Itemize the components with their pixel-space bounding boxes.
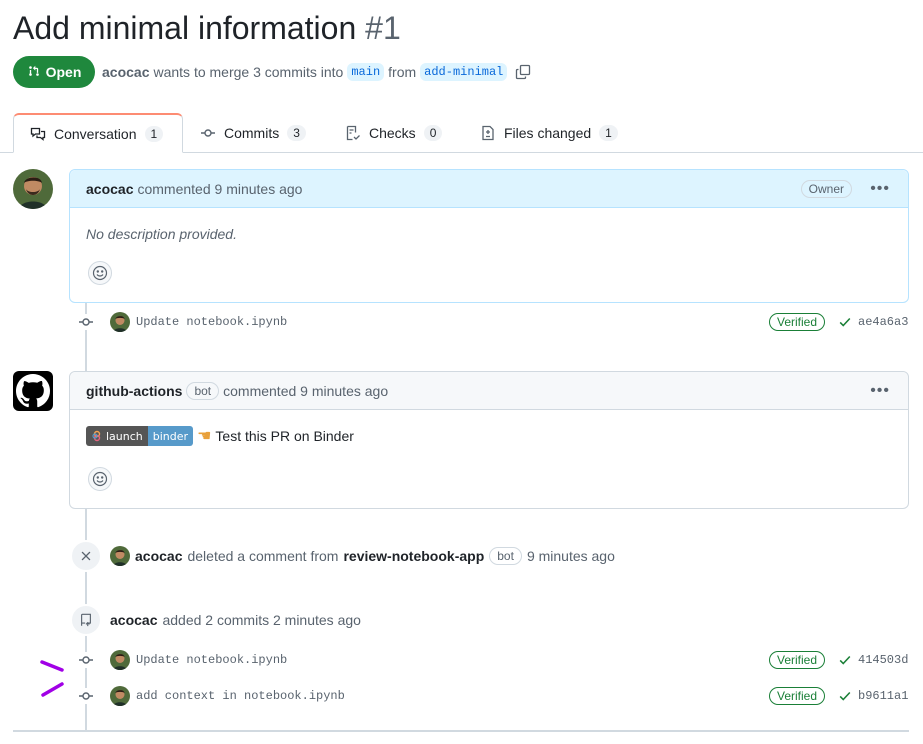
owner-label: Owner (800, 179, 852, 198)
check-icon (838, 315, 852, 332)
tab-label: Conversation (54, 125, 137, 142)
timeline-event-added-commits: acocac added 2 commits 2 minutes ago (110, 610, 361, 630)
event-text: deleted a comment from (187, 548, 339, 564)
tab-count: 0 (423, 125, 443, 141)
comment-header: acocac commented 9 minutes ago Owner (70, 170, 908, 208)
avatar[interactable] (110, 650, 130, 670)
verified-badge[interactable]: Verified (769, 651, 826, 669)
bot-label: bot (186, 381, 220, 400)
timeline-event-deleted: acocac deleted a comment from review-not… (110, 546, 615, 566)
pr-title: Add minimal information #1 (13, 8, 401, 48)
tab-conversation[interactable]: Conversation 1 (13, 113, 183, 153)
commit-sha[interactable]: ae4a6a3 (858, 315, 908, 329)
badge-left-label: launch (106, 429, 143, 443)
comment-author[interactable]: github-actions (86, 383, 182, 399)
github-logo-icon[interactable] (13, 371, 53, 411)
tab-label: Commits (224, 125, 280, 141)
timeline-divider (13, 730, 909, 732)
launch-binder-badge[interactable]: launch binder (86, 426, 194, 446)
git-commit-icon (200, 125, 216, 141)
event-badge (70, 604, 102, 636)
comment-action[interactable]: commented 9 minutes ago (137, 181, 302, 197)
comment-discussion-icon (30, 126, 46, 142)
comment-action[interactable]: commented 9 minutes ago (223, 383, 388, 399)
binder-logo-icon (91, 430, 103, 442)
commit-sha[interactable]: b9611a1 (858, 689, 908, 703)
commit-message[interactable]: add context in notebook.ipynb (136, 689, 345, 703)
annotation-marks (38, 658, 70, 703)
avatar[interactable] (110, 686, 130, 706)
tab-label: Checks (369, 125, 416, 141)
file-diff-icon (480, 125, 496, 141)
tab-label: Files changed (504, 125, 592, 141)
verified-badge[interactable]: Verified (769, 313, 826, 331)
git-commit-icon (78, 652, 94, 668)
tab-count: 1 (144, 125, 164, 142)
git-commit-icon (78, 688, 94, 704)
comment-body: launch binder ☚ Test this PR on Binder (70, 410, 908, 446)
kebab-horizontal-icon[interactable]: ••• (870, 382, 890, 400)
head-branch[interactable]: add-minimal (420, 63, 508, 81)
commit-message[interactable]: Update notebook.ipynb (136, 653, 287, 667)
kebab-horizontal-icon[interactable]: ••• (870, 180, 890, 198)
event-text: added 2 commits 2 minutes ago (162, 612, 361, 628)
base-branch[interactable]: main (347, 63, 385, 81)
pointing-left-hand-icon: ☚ (197, 426, 212, 445)
badge-right-label: binder (147, 426, 194, 446)
pull-request-icon (27, 64, 41, 81)
add-reaction-icon[interactable] (88, 261, 112, 285)
commit-sha[interactable]: 414503d (858, 653, 908, 667)
tab-checks[interactable]: Checks 0 (345, 113, 443, 153)
add-reaction-icon[interactable] (88, 467, 112, 491)
comment-card: github-actions bot commented 9 minutes a… (69, 371, 909, 509)
pr-meta: acocac wants to merge 3 commits into mai… (102, 62, 531, 82)
merge-text: wants to merge 3 commits into (153, 64, 344, 80)
comment-header: github-actions bot commented 9 minutes a… (70, 372, 908, 410)
pr-title-text: Add minimal information (13, 10, 357, 46)
author-link[interactable]: acocac (102, 64, 149, 80)
tab-files-changed[interactable]: Files changed 1 (480, 113, 618, 153)
copy-icon[interactable] (515, 64, 531, 80)
from-text: from (388, 64, 417, 80)
avatar[interactable] (110, 546, 130, 566)
verified-badge[interactable]: Verified (769, 687, 826, 705)
avatar[interactable] (110, 312, 130, 332)
event-time[interactable]: 9 minutes ago (527, 548, 615, 564)
avatar[interactable] (13, 169, 53, 209)
state-label: Open (45, 64, 82, 80)
event-badge (70, 540, 102, 572)
git-commit-icon (78, 314, 94, 330)
tab-commits[interactable]: Commits 3 (200, 113, 306, 153)
repo-push-icon (79, 613, 93, 627)
checklist-icon (345, 125, 361, 141)
comment-author[interactable]: acocac (86, 181, 133, 197)
comment-body: No description provided. (86, 226, 237, 242)
pr-number: #1 (365, 10, 401, 46)
comment-card: acocac commented 9 minutes ago Owner •••… (69, 169, 909, 303)
tab-count: 1 (599, 125, 618, 141)
event-actor[interactable]: acocac (110, 612, 157, 628)
bot-label: bot (489, 547, 522, 565)
event-target[interactable]: review-notebook-app (343, 548, 484, 564)
x-icon (79, 549, 93, 563)
state-badge-open: Open (13, 56, 95, 88)
binder-prompt: Test this PR on Binder (215, 428, 354, 444)
check-icon (838, 653, 852, 670)
tab-count: 3 (287, 125, 306, 141)
check-icon (838, 689, 852, 706)
event-actor[interactable]: acocac (135, 548, 182, 564)
commit-message[interactable]: Update notebook.ipynb (136, 315, 287, 329)
